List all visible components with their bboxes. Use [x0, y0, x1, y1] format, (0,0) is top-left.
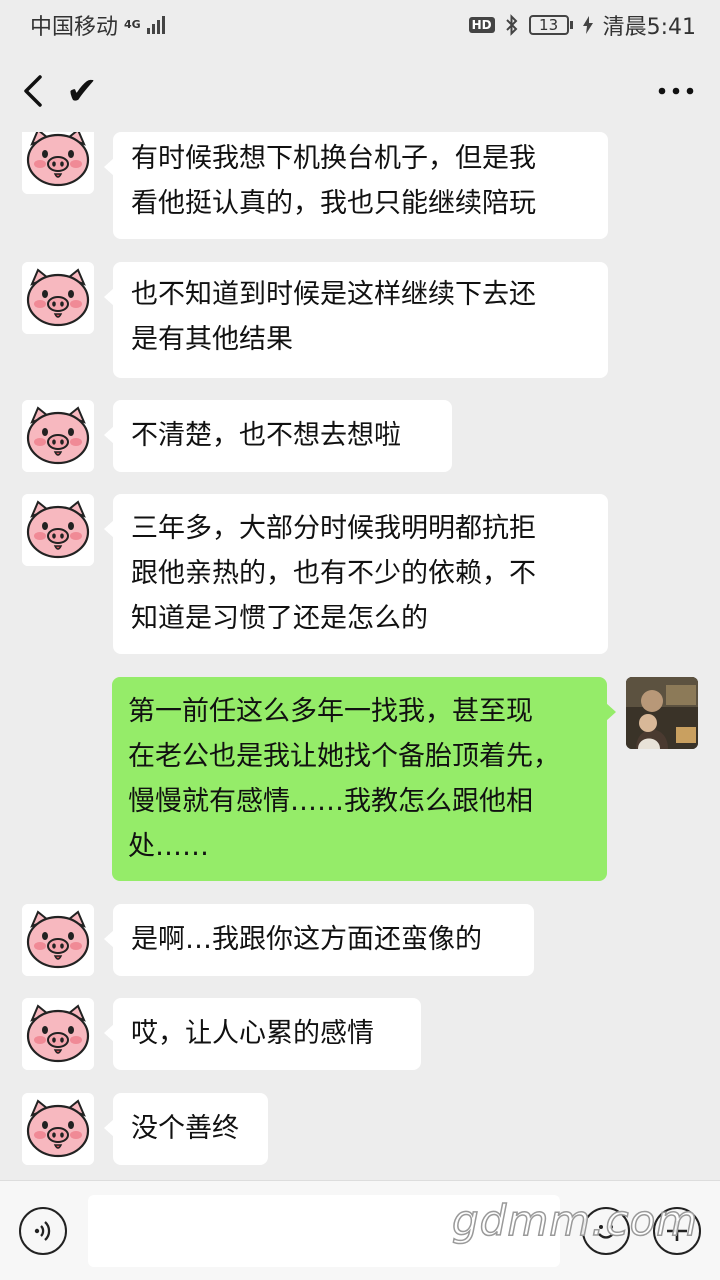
- status-bar: 中国移动 4G HD 13 清晨5:41: [0, 0, 720, 50]
- message-bubble[interactable]: 是啊…我跟你这方面还蛮像的: [104, 904, 534, 976]
- message-bubble-sent[interactable]: 第一前任这么多年一找我，甚至现 在老公也是我让她找个备胎顶着先， 慢慢就有感情……: [112, 677, 616, 881]
- message-bubble[interactable]: 没个善终: [104, 1093, 268, 1165]
- voice-icon[interactable]: [19, 1207, 67, 1255]
- clock: 清晨5:41: [602, 15, 696, 40]
- pig-avatar[interactable]: [22, 494, 94, 566]
- status-right: HD 13 清晨5:41: [468, 9, 696, 41]
- message-bubble[interactable]: 有时候我想下机换台机子，但是我 看他挺认真的，我也只能继续陪玩: [104, 132, 608, 239]
- message-list[interactable]: 有时候我想下机换台机子，但是我 看他挺认真的，我也只能继续陪玩 也不知道到时候是…: [0, 132, 720, 1180]
- pig-avatar[interactable]: [22, 1093, 94, 1165]
- watermark: gdmm.com: [451, 1195, 699, 1246]
- battery-level: 13: [539, 16, 559, 34]
- pig-avatar[interactable]: [22, 904, 94, 976]
- pig-avatar[interactable]: [22, 262, 94, 334]
- more-dots-icon[interactable]: [658, 86, 694, 96]
- message-bubble[interactable]: 三年多，大部分时候我明明都抗拒 跟他亲热的，也有不少的依赖，不 知道是习惯了还是…: [104, 494, 608, 654]
- hd-badge: HD: [468, 17, 495, 33]
- chat-title: ✔: [66, 69, 98, 113]
- message-bubble[interactable]: 也不知道到时候是这样继续下去还 是有其他结果: [104, 262, 608, 378]
- pig-avatar[interactable]: [22, 998, 94, 1070]
- carrier-label: 中国移动: [30, 15, 119, 40]
- pig-avatar[interactable]: [22, 400, 94, 472]
- photo-avatar[interactable]: [626, 677, 698, 749]
- signal-icon: [146, 16, 165, 34]
- message-bubble[interactable]: 不清楚，也不想去想啦: [104, 400, 452, 472]
- message-bubble[interactable]: 哎，让人心累的感情: [104, 998, 421, 1070]
- status-left: 中国移动 4G: [30, 9, 165, 41]
- pig-avatar[interactable]: [22, 132, 94, 194]
- chat-header: ✔: [0, 50, 720, 132]
- back-arrow-icon[interactable]: [20, 73, 46, 109]
- network-type: 4G: [124, 18, 141, 31]
- battery-icon: 13: [528, 15, 573, 35]
- bluetooth-icon: [505, 14, 518, 36]
- charging-icon: [582, 16, 593, 34]
